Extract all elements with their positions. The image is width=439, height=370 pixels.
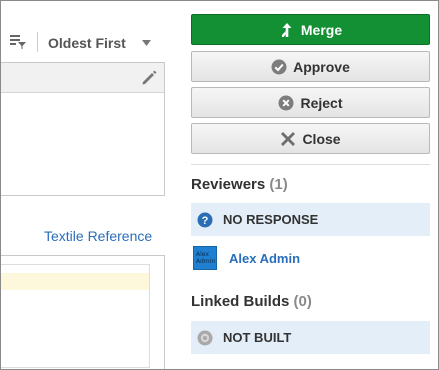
avatar-text-first: Alex: [196, 251, 209, 258]
pencil-icon[interactable]: [140, 69, 158, 87]
comment-toolbar: [1, 63, 164, 93]
close-button-label: Close: [302, 130, 341, 147]
linked-builds-count: (0): [293, 293, 312, 310]
close-icon: [280, 131, 296, 147]
reviewers-count: (1): [269, 176, 288, 193]
sort-order-dropdown[interactable]: Oldest First: [48, 35, 126, 51]
reviewer-item[interactable]: Alex Admin Alex Admin: [191, 245, 430, 271]
merge-button-label: Merge: [300, 21, 343, 38]
avatar-text-last: Admin: [196, 258, 216, 265]
svg-text:?: ?: [202, 215, 209, 227]
reject-button[interactable]: Reject: [191, 87, 430, 118]
avatar: Alex Admin: [193, 246, 217, 270]
preview-panel: [1, 264, 150, 368]
linked-builds-heading: Linked Builds (0): [191, 293, 312, 310]
linked-builds-title: Linked Builds: [191, 293, 290, 310]
reviewers-status-text: NO RESPONSE: [223, 212, 319, 227]
filter-icon[interactable]: [9, 33, 27, 49]
actions-divider: [191, 164, 430, 165]
reviewers-heading: Reviewers (1): [191, 176, 288, 193]
close-button[interactable]: Close: [191, 123, 430, 154]
chevron-down-icon[interactable]: [142, 40, 151, 46]
reject-button-label: Reject: [300, 94, 343, 111]
textile-reference-link[interactable]: Textile Reference: [44, 228, 152, 244]
reject-circle-icon: [278, 95, 294, 111]
reviewer-name-link[interactable]: Alex Admin: [229, 251, 300, 266]
comment-preview: [1, 255, 165, 369]
comment-editor[interactable]: [1, 62, 165, 196]
merge-button[interactable]: Merge: [191, 14, 430, 45]
linked-builds-status-bar: NOT BUILT: [191, 321, 430, 354]
linked-builds-status-text: NOT BUILT: [223, 330, 292, 345]
question-circle-icon: ?: [197, 212, 213, 228]
preview-highlight-line: [1, 273, 149, 290]
reviewers-status-bar: ? NO RESPONSE: [191, 203, 430, 236]
pull-request-view: Oldest First Textile Reference Merge App…: [0, 0, 439, 370]
activity-sort-bar: Oldest First: [1, 29, 165, 59]
sort-divider: [37, 32, 38, 52]
approve-button[interactable]: Approve: [191, 51, 430, 82]
reviewers-title: Reviewers: [191, 176, 266, 193]
check-circle-icon: [271, 59, 287, 75]
merge-icon: [279, 22, 295, 38]
build-status-icon: [197, 330, 213, 346]
approve-button-label: Approve: [293, 58, 350, 75]
